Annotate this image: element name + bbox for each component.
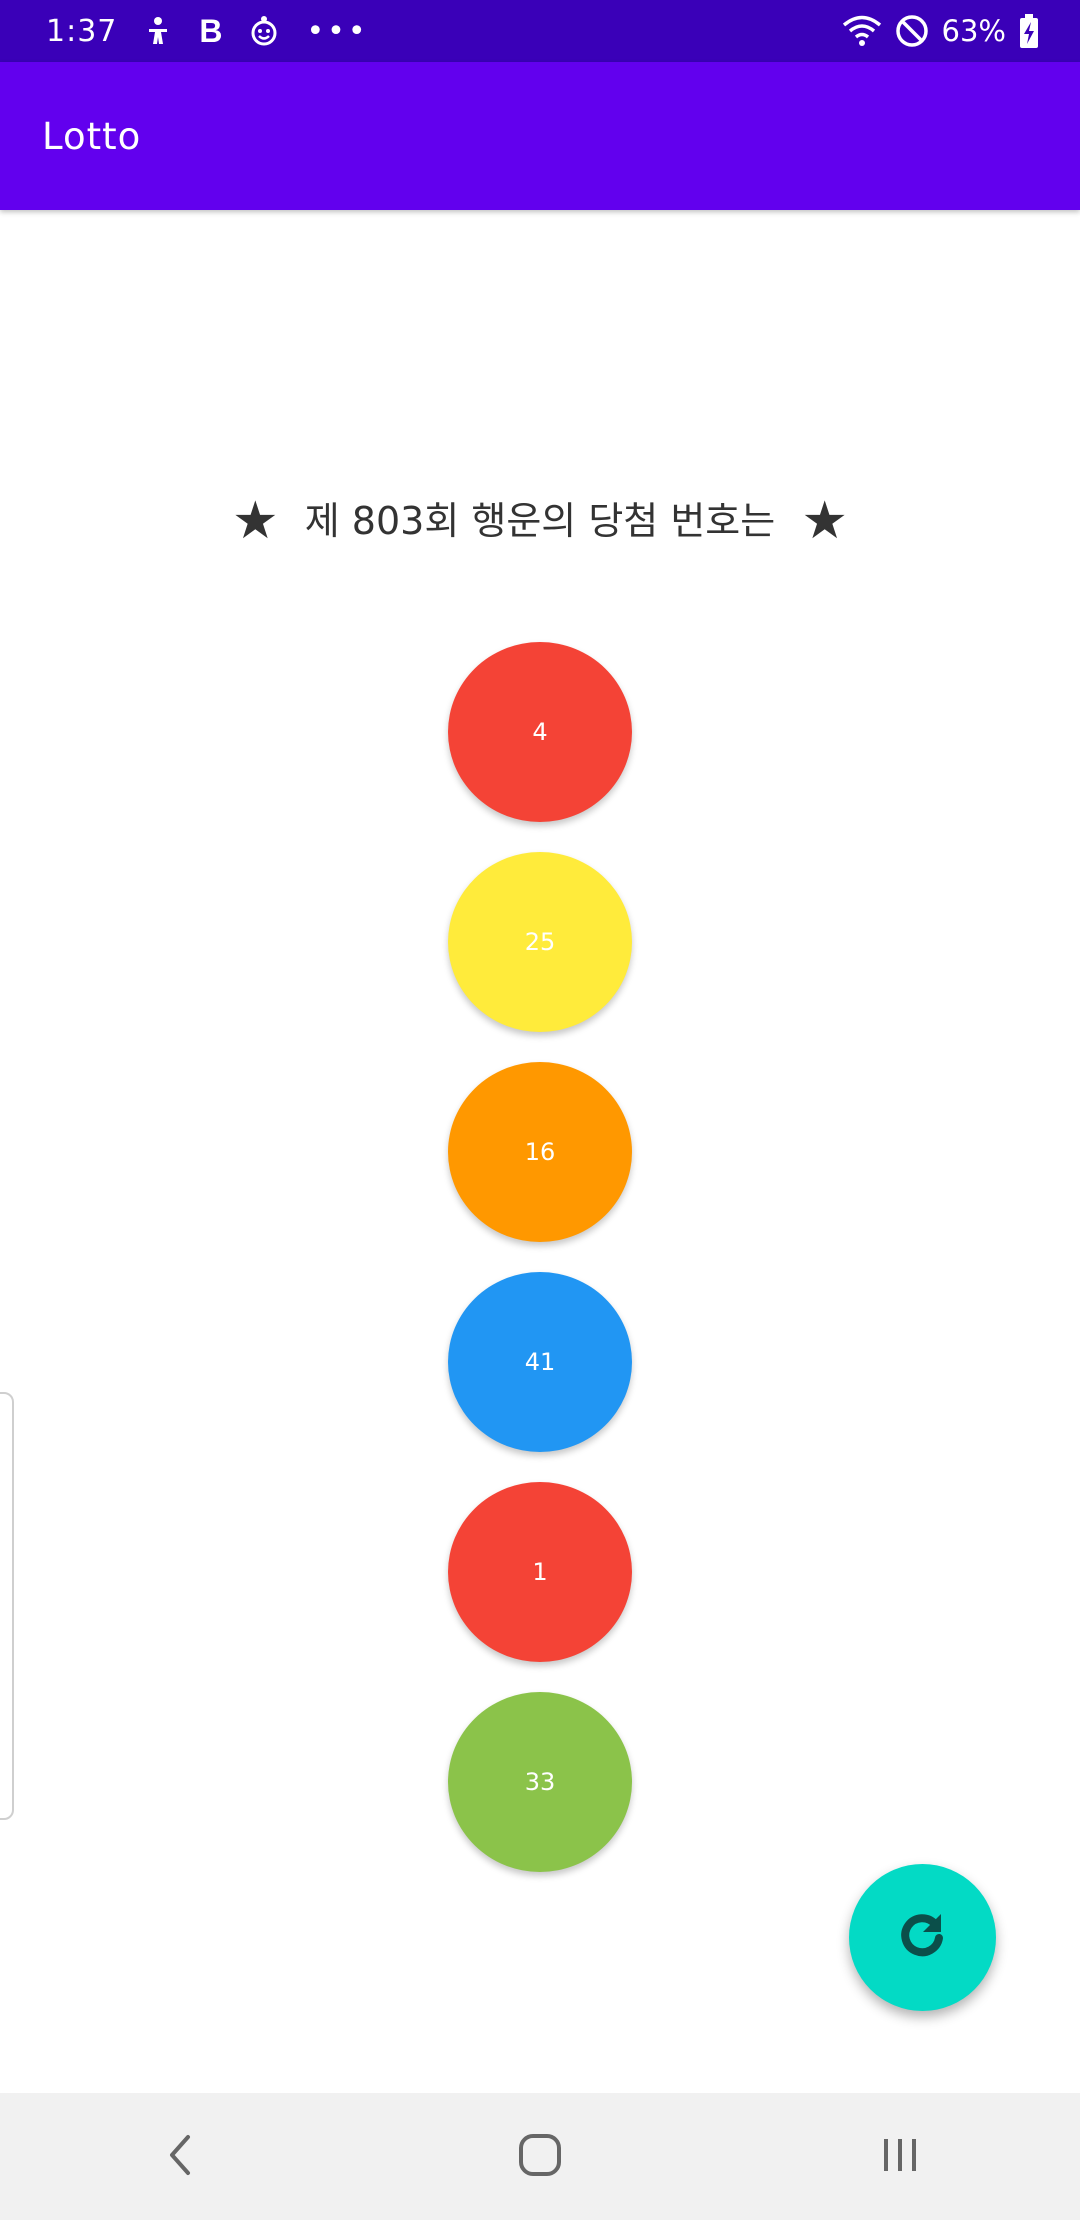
edge-panel-handle[interactable]: [0, 1392, 14, 1820]
b-app-icon: B: [199, 12, 223, 49]
status-bar: 1:37 B ••• 63%: [0, 0, 1080, 62]
home-button[interactable]: [480, 2112, 600, 2202]
status-right: 63%: [842, 13, 1040, 49]
star-icon-right: ★: [801, 491, 848, 551]
ball-number: 33: [524, 1768, 556, 1796]
battery-percent: 63%: [941, 14, 1006, 48]
status-left: 1:37 B •••: [46, 13, 369, 50]
ball-number: 41: [524, 1348, 556, 1376]
battery-charging-icon: [1018, 13, 1040, 49]
lotto-ball-1: 4: [448, 642, 632, 822]
accessibility-icon: [143, 16, 173, 46]
wifi-icon: [842, 14, 882, 48]
refresh-icon: [895, 1908, 951, 1968]
lotto-ball-3: 16: [448, 1062, 632, 1242]
ball-number: 4: [532, 718, 548, 746]
back-button[interactable]: [120, 2112, 240, 2202]
lotto-ball-6: 33: [448, 1692, 632, 1872]
lotto-ball-5: 1: [448, 1482, 632, 1662]
recent-apps-icon: [876, 2131, 924, 2183]
ball-number: 16: [524, 1138, 556, 1166]
star-icon-left: ★: [232, 491, 279, 551]
lotto-ball-2: 25: [448, 852, 632, 1032]
app-bar: Lotto: [0, 62, 1080, 210]
smiley-app-icon: [248, 15, 280, 47]
do-not-disturb-icon: [894, 13, 930, 49]
draw-headline: ★ 제 803회 행운의 당첨 번호는 ★: [0, 490, 1080, 551]
home-icon: [516, 2131, 564, 2183]
back-icon: [160, 2131, 200, 2183]
ball-number: 25: [524, 928, 556, 956]
app-title: Lotto: [42, 114, 142, 158]
more-notifications-icon: •••: [306, 13, 369, 49]
ball-number: 1: [532, 1558, 548, 1586]
lotto-ball-4: 41: [448, 1272, 632, 1452]
headline-text: 제 803회 행운의 당첨 번호는: [304, 499, 776, 543]
refresh-button[interactable]: [849, 1864, 996, 2011]
navigation-bar: [0, 2093, 1080, 2220]
recent-apps-button[interactable]: [840, 2112, 960, 2202]
status-time: 1:37: [46, 13, 118, 49]
